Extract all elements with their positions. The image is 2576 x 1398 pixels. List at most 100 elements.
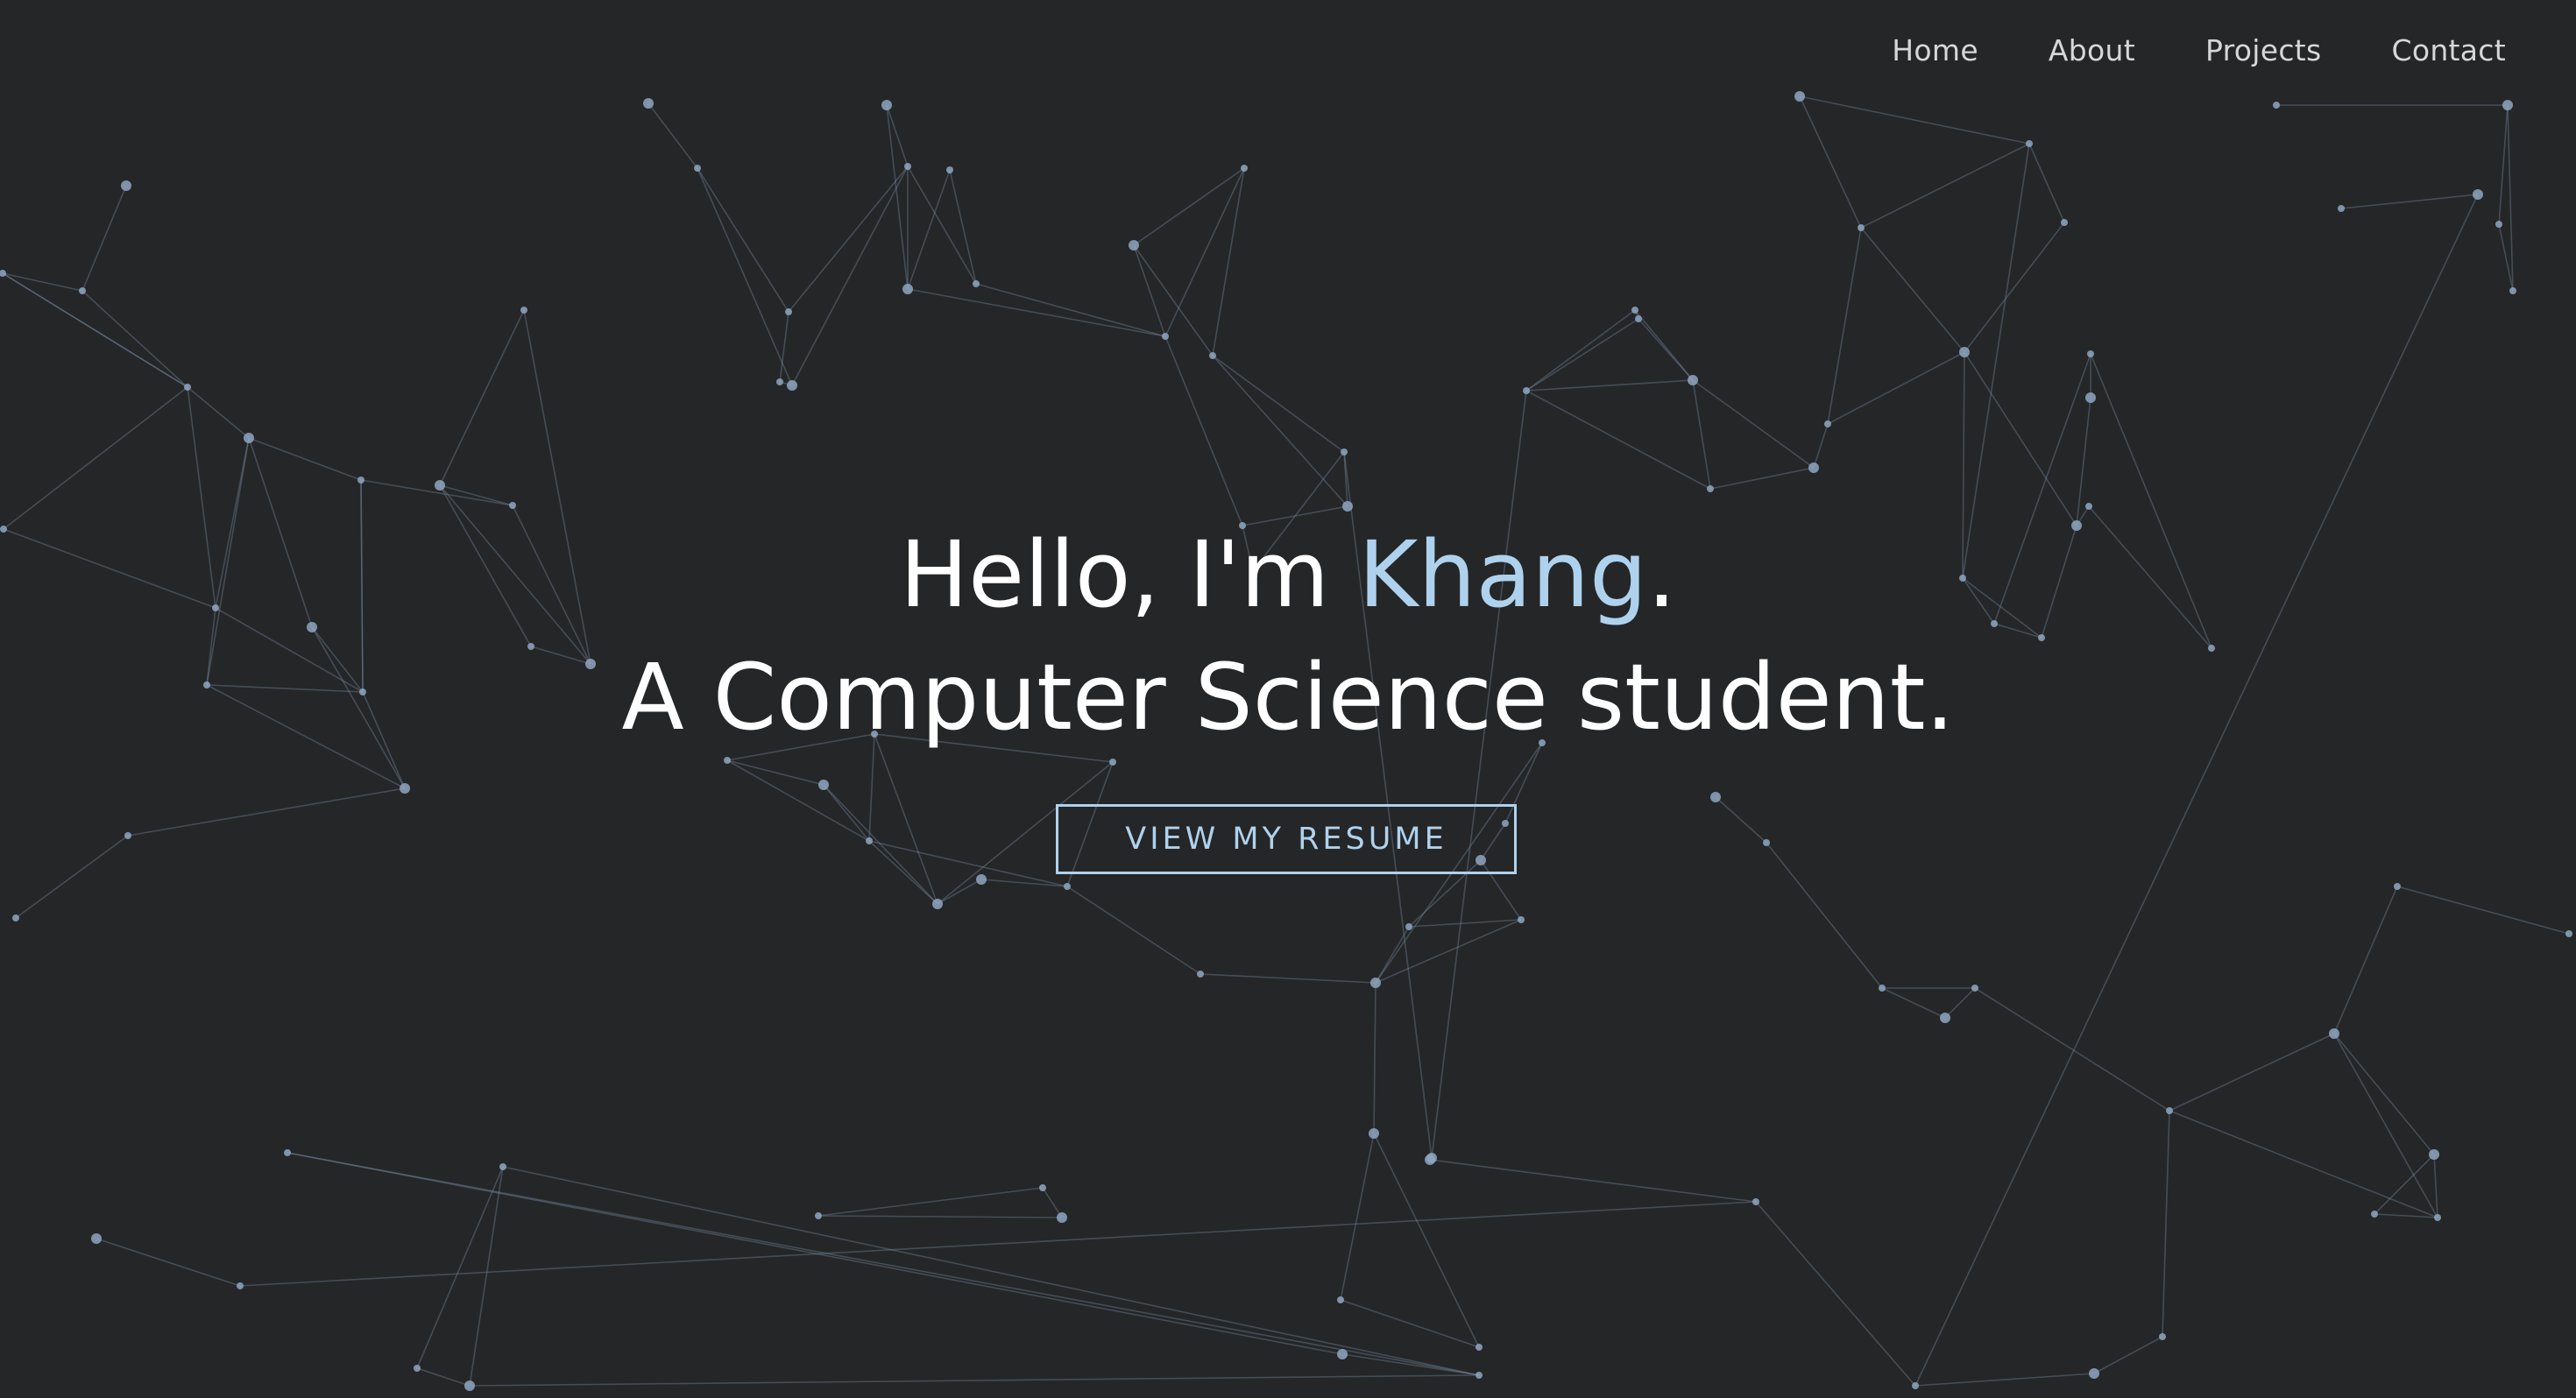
network-link: [1914, 194, 2479, 1387]
network-node: [881, 100, 892, 110]
top-nav: Home About Projects Contact: [1892, 33, 2506, 67]
network-node: [1707, 485, 1714, 492]
network-link: [1813, 423, 1829, 469]
network-link: [907, 288, 1166, 337]
nav-contact-link[interactable]: Contact: [2392, 33, 2507, 67]
nav-home-link[interactable]: Home: [1892, 33, 1978, 67]
network-node: [724, 757, 731, 764]
network-node: [184, 384, 191, 391]
greeting-prefix: Hello, I'm: [899, 521, 1359, 628]
network-link: [416, 1166, 504, 1369]
network-link: [1799, 95, 2030, 145]
network-link: [2433, 1154, 2438, 1218]
network-link: [1860, 143, 2030, 229]
network-link: [1827, 351, 1965, 425]
network-node: [1370, 978, 1381, 988]
network-node: [435, 480, 445, 491]
network-node: [1635, 315, 1642, 322]
network-link: [726, 759, 870, 842]
network-link: [469, 1374, 1480, 1387]
network-link: [439, 309, 525, 486]
network-link: [2162, 1110, 2170, 1338]
network-node: [2273, 102, 2280, 109]
network-node: [1971, 985, 1978, 992]
network-link: [1212, 355, 1348, 507]
network-link: [823, 784, 870, 842]
network-link: [81, 290, 188, 388]
network-node: [1912, 1382, 1919, 1389]
network-node: [357, 477, 364, 484]
network-node: [2329, 1028, 2339, 1039]
network-node: [414, 1365, 421, 1372]
network-node: [2434, 1214, 2441, 1221]
network-link: [1525, 309, 1636, 392]
network-link: [1212, 355, 1345, 453]
hero-subtitle: A Computer Science student.: [621, 644, 1955, 751]
network-node: [866, 837, 873, 844]
network-link: [1212, 167, 1245, 357]
network-node: [2038, 634, 2045, 641]
network-link: [823, 784, 938, 905]
view-resume-button[interactable]: VIEW MY RESUME: [1056, 804, 1517, 874]
network-link: [1962, 143, 2030, 579]
network-link: [779, 311, 789, 383]
nav-projects-link[interactable]: Projects: [2205, 33, 2322, 67]
network-link: [937, 879, 982, 905]
network-link: [1042, 1187, 1063, 1218]
greeting-suffix: .: [1647, 521, 1677, 628]
network-link: [248, 437, 362, 481]
network-node: [1241, 165, 1248, 172]
network-link: [2396, 886, 2570, 935]
network-link: [1755, 1201, 1916, 1387]
network-node: [2089, 1368, 2099, 1379]
network-link: [697, 167, 793, 386]
network-node: [1337, 1349, 1348, 1359]
network-node: [1879, 985, 1886, 992]
hero-greeting: Hello, I'm Khang.: [0, 519, 2576, 631]
network-link: [1974, 987, 2170, 1112]
network-node: [1425, 1154, 1435, 1165]
network-link: [1340, 1299, 1480, 1348]
network-node: [1476, 1344, 1483, 1351]
network-node: [787, 380, 797, 391]
network-node: [1476, 1372, 1483, 1379]
network-link: [975, 283, 1166, 337]
network-node: [79, 287, 86, 294]
network-link: [949, 169, 977, 285]
network-link: [868, 840, 938, 905]
network-link: [1709, 467, 1815, 490]
network-link: [2333, 1033, 2438, 1218]
network-node: [121, 180, 131, 191]
network-node: [1129, 240, 1139, 251]
network-link: [817, 1187, 1044, 1217]
network-node: [284, 1149, 291, 1156]
network-link: [697, 167, 789, 313]
network-node: [2394, 883, 2401, 890]
network-node: [932, 899, 943, 909]
network-link: [2169, 1110, 2438, 1218]
network-node: [2371, 1211, 2378, 1218]
network-node: [1523, 387, 1530, 394]
network-node: [1808, 462, 1819, 473]
network-node: [400, 783, 410, 794]
network-node: [815, 1212, 822, 1219]
network-link: [1133, 244, 1166, 337]
network-node: [0, 270, 6, 277]
network-link: [1827, 227, 1862, 425]
network-link: [2093, 1336, 2163, 1374]
network-node: [2495, 221, 2502, 228]
network-link: [1340, 1133, 1375, 1301]
network-node: [1824, 420, 1831, 427]
network-node: [1109, 759, 1116, 766]
network-link: [2333, 886, 2398, 1034]
network-node: [1858, 224, 1865, 231]
network-link: [81, 185, 127, 292]
network-link: [1715, 796, 1767, 844]
network-node: [776, 378, 783, 385]
network-node: [1057, 1212, 1067, 1223]
network-node: [1752, 1198, 1759, 1205]
nav-about-link[interactable]: About: [2049, 33, 2135, 67]
network-node: [2509, 287, 2516, 294]
network-link: [1164, 335, 1243, 526]
network-node: [2026, 140, 2033, 147]
